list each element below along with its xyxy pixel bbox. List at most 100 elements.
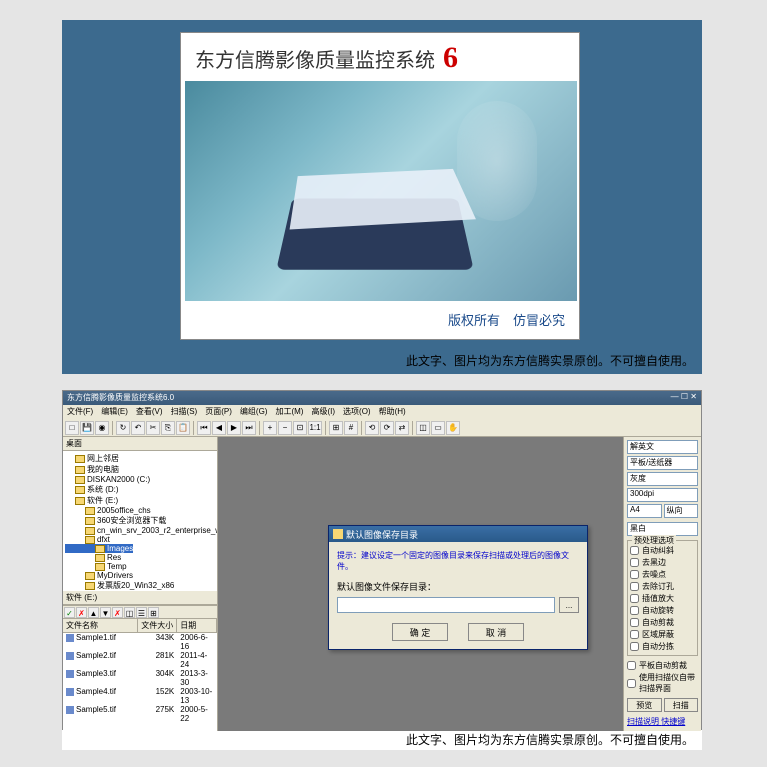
tb-undo-icon[interactable]: ↶	[131, 421, 145, 435]
ocr-lang-combo[interactable]: 解英文	[627, 440, 698, 454]
tree-item[interactable]: 发票版20_Win32_x86	[65, 580, 215, 591]
menu-item[interactable]: 编辑(E)	[101, 406, 128, 418]
preprocess-check[interactable]: 自动分拣	[630, 641, 695, 652]
cancel-button[interactable]: 取 消	[468, 623, 524, 641]
preview-button[interactable]: 预览	[627, 698, 662, 712]
tree-item[interactable]: MyDrivers	[65, 571, 215, 580]
native-ui-check[interactable]: 使用扫描仪自带扫描界面	[627, 672, 698, 694]
tree-item[interactable]: 我的电脑	[65, 464, 215, 475]
menu-item[interactable]: 页面(P)	[205, 406, 232, 418]
tb-actual-icon[interactable]: 1:1	[308, 421, 322, 435]
tb-save-icon[interactable]: 💾	[80, 421, 94, 435]
colormode-combo[interactable]: 灰度	[627, 472, 698, 486]
menu-item[interactable]: 文件(F)	[67, 406, 93, 418]
mt-up-icon[interactable]: ▲	[88, 607, 99, 618]
dpi-combo[interactable]: 300dpi	[627, 488, 698, 502]
scan-button[interactable]: 扫描	[664, 698, 699, 712]
menu-item[interactable]: 选项(O)	[343, 406, 371, 418]
tb-hash-icon[interactable]: #	[344, 421, 358, 435]
tree-item[interactable]: 2005office_chs	[65, 506, 215, 515]
tree-item[interactable]: Res	[65, 553, 215, 562]
menu-item[interactable]: 扫描(S)	[171, 406, 198, 418]
tree-item[interactable]: Images	[65, 544, 133, 553]
menu-item[interactable]: 编组(G)	[240, 406, 268, 418]
tree-item[interactable]: cn_win_srv_2003_r2_enterprise_with_sp2	[65, 526, 215, 535]
tb-next-icon[interactable]: ▶	[227, 421, 241, 435]
list-header[interactable]: 文件名称 文件大小 日期	[63, 619, 217, 633]
tree-item[interactable]: Temp	[65, 562, 215, 571]
menu-item[interactable]: 帮助(H)	[379, 406, 406, 418]
preprocess-check[interactable]: 去噪点	[630, 569, 695, 580]
tb-zoomin-icon[interactable]: +	[263, 421, 277, 435]
titlebar[interactable]: 东方信腾影像质量监控系统6.0 — ☐ ✕	[63, 391, 701, 405]
tb-zoomout-icon[interactable]: −	[278, 421, 292, 435]
col-date[interactable]: 日期	[177, 619, 217, 632]
tb-flip-icon[interactable]: ⇄	[395, 421, 409, 435]
preprocess-check[interactable]: 自动旋转	[630, 605, 695, 616]
menu-item[interactable]: 高级(I)	[311, 406, 335, 418]
tb-rotr-icon[interactable]: ⟳	[380, 421, 394, 435]
tb-last-icon[interactable]: ⏭	[242, 421, 256, 435]
orient-combo[interactable]: 纵向	[664, 504, 699, 518]
tb-disk-icon[interactable]: ◉	[95, 421, 109, 435]
menu-item[interactable]: 加工(M)	[275, 406, 303, 418]
col-size[interactable]: 文件大小	[138, 619, 178, 632]
tree-item[interactable]: 网上邻居	[65, 453, 215, 464]
preprocess-check[interactable]: 去黑边	[630, 557, 695, 568]
tb-cut-icon[interactable]: ✂	[146, 421, 160, 435]
list-item[interactable]: Sample5.tif275K2000-5-22	[63, 705, 217, 723]
mt-grid-icon[interactable]: ⊞	[148, 607, 159, 618]
tb-copy-icon[interactable]: ⎘	[161, 421, 175, 435]
tb-prev-icon[interactable]: ◀	[212, 421, 226, 435]
tree-item[interactable]: 系统 (D:)	[65, 484, 215, 495]
tb-crop-icon[interactable]: ◫	[416, 421, 430, 435]
browse-button[interactable]: ...	[559, 597, 579, 613]
menu-item[interactable]: 查看(V)	[136, 406, 163, 418]
save-dir-input[interactable]	[337, 597, 555, 613]
ok-button[interactable]: 确 定	[392, 623, 448, 641]
tb-rotl-icon[interactable]: ⟲	[365, 421, 379, 435]
tb-hand-icon[interactable]: ✋	[446, 421, 460, 435]
mt-list-icon[interactable]: ☰	[136, 607, 147, 618]
toolbar[interactable]: □ 💾 ◉ ↻ ↶ ✂ ⎘ 📋 ⏮ ◀ ▶ ⏭ + − ⊡ 1:1 ⊞ # ⟲ …	[63, 419, 701, 437]
image-viewer[interactable]: 默认图像保存目录 提示：建议设定一个固定的图像目录来保存扫描或处理后的图像文件。…	[218, 437, 623, 731]
source-combo[interactable]: 平板/送纸器	[627, 456, 698, 470]
tb-grid-icon[interactable]: ⊞	[329, 421, 343, 435]
col-name[interactable]: 文件名称	[63, 619, 138, 632]
dialog-titlebar[interactable]: 默认图像保存目录	[329, 526, 587, 542]
shortcut-link[interactable]: 快捷键	[661, 717, 685, 726]
mt-down-icon[interactable]: ▼	[100, 607, 111, 618]
tree-item[interactable]: dfxt	[65, 535, 215, 544]
tree-item[interactable]: 360安全浏览器下载	[65, 515, 215, 526]
tb-paste-icon[interactable]: 📋	[176, 421, 190, 435]
tb-first-icon[interactable]: ⏮	[197, 421, 211, 435]
tb-new-icon[interactable]: □	[65, 421, 79, 435]
help-links[interactable]: 扫描说明 快捷键	[627, 716, 698, 727]
list-item[interactable]: Sample2.tif281K2011-4-24	[63, 651, 217, 669]
tb-fit-icon[interactable]: ⊡	[293, 421, 307, 435]
preprocess-check[interactable]: 插值放大	[630, 593, 695, 604]
mt-del-icon[interactable]: ✗	[112, 607, 123, 618]
tb-refresh-icon[interactable]: ↻	[116, 421, 130, 435]
papersize-combo[interactable]: A4	[627, 504, 662, 518]
list-item[interactable]: Sample1.tif343K2006-6-16	[63, 633, 217, 651]
preprocess-check[interactable]: 去除订孔	[630, 581, 695, 592]
tb-select-icon[interactable]: ▭	[431, 421, 445, 435]
mini-toolbar[interactable]: ✓ ✗ ▲ ▼ ✗ ◫ ☰ ⊞	[63, 605, 217, 619]
folder-tree[interactable]: 网上邻居我的电脑DISKAN2000 (C:)系统 (D:)软件 (E:)200…	[63, 451, 217, 591]
tree-item[interactable]: DISKAN2000 (C:)	[65, 475, 215, 484]
preprocess-check[interactable]: 自动剪裁	[630, 617, 695, 628]
bw-combo[interactable]: 黑白	[627, 522, 698, 536]
tree-item[interactable]: 软件 (E:)	[65, 495, 215, 506]
list-item[interactable]: Sample4.tif152K2003-10-13	[63, 687, 217, 705]
mt-check-icon[interactable]: ✓	[64, 607, 75, 618]
preprocess-check[interactable]: 区域屏蔽	[630, 629, 695, 640]
preprocess-check[interactable]: 自动纠斜	[630, 545, 695, 556]
file-list[interactable]: Sample1.tif343K2006-6-16Sample2.tif281K2…	[63, 633, 217, 731]
scan-help-link[interactable]: 扫描说明	[627, 717, 659, 726]
mt-x-icon[interactable]: ✗	[76, 607, 87, 618]
mt-view-icon[interactable]: ◫	[124, 607, 135, 618]
list-item[interactable]: Sample3.tif304K2013-3-30	[63, 669, 217, 687]
window-controls[interactable]: — ☐ ✕	[671, 392, 697, 404]
flat-autocrop-check[interactable]: 平板自动剪裁	[627, 660, 698, 671]
